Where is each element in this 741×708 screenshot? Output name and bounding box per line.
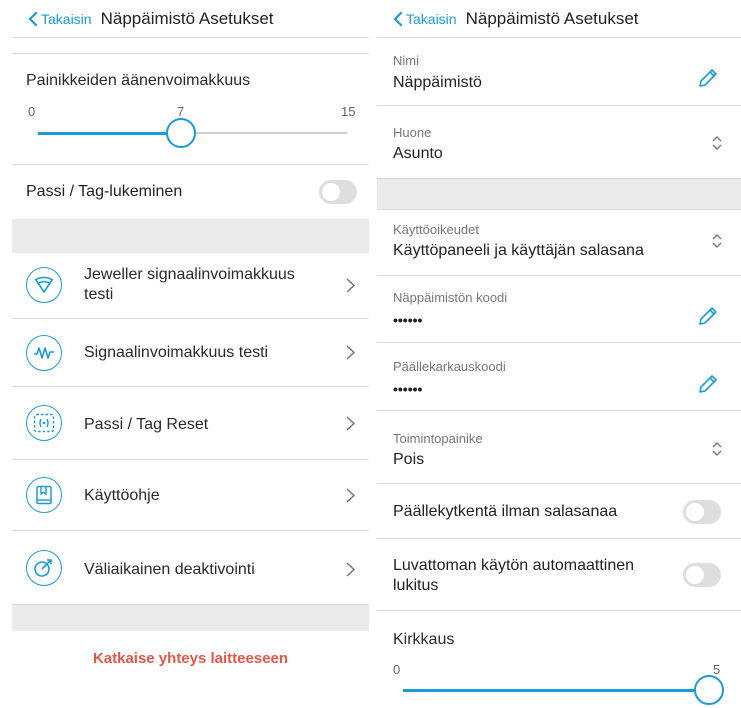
- auto-lock-label: Luvattoman käytön automaattinen lukitus: [393, 557, 635, 594]
- room-label: Huone: [393, 125, 432, 140]
- volume-value-label: 7: [177, 104, 185, 119]
- menu-item-tag-reset[interactable]: Passi / Tag Reset: [12, 387, 369, 460]
- volume-slider-block: Painikkeiden äänenvoimakkuus 0 7 15: [12, 54, 369, 164]
- arm-without-password-label: Päällekytkentä ilman salasanaa: [393, 503, 618, 520]
- access-label: Käyttöoikeudet: [393, 222, 480, 237]
- name-field[interactable]: Nimi Näppäimistö: [377, 39, 741, 106]
- right-settings-panel: Takaisin Näppäimistö Asetukset Nimi Näpp…: [377, 0, 741, 708]
- keypad-code-value: ••••••: [393, 312, 423, 328]
- chevron-updown-icon: [712, 136, 722, 150]
- arm-without-password-toggle[interactable]: [683, 500, 721, 524]
- duress-code-field[interactable]: Päällekarkauskoodi ••••••: [377, 343, 741, 411]
- brightness-slider-knob[interactable]: [694, 675, 724, 705]
- access-value: Käyttöpaneeli ja käyttäjän salasana: [393, 242, 644, 259]
- auto-lock-toggle[interactable]: [683, 563, 721, 587]
- keypad-code-label: Näppäimistön koodi: [393, 290, 508, 305]
- menu-item-manual[interactable]: Käyttöohje: [12, 460, 369, 531]
- back-button[interactable]: Takaisin: [28, 11, 92, 27]
- brightness-max-label: 5: [713, 662, 721, 677]
- menu-item-label: Väliaikainen deaktivointi: [84, 561, 255, 578]
- chevron-left-icon: [28, 11, 38, 26]
- section-gap: [12, 605, 369, 631]
- pencil-edit-icon[interactable]: [697, 67, 719, 89]
- arm-without-password-row: Päällekytkentä ilman salasanaa: [377, 484, 741, 539]
- disconnect-button[interactable]: Katkaise yhteys laitteeseen: [12, 650, 369, 667]
- duress-code-label: Päällekarkauskoodi: [393, 359, 506, 374]
- tag-reset-icon: [26, 405, 62, 441]
- menu-item-temporary-deactivation[interactable]: Väliaikainen deaktivointi: [12, 531, 369, 605]
- wifi-signal-icon: [26, 267, 62, 303]
- back-label: Takaisin: [406, 10, 457, 27]
- function-button-value: Pois: [393, 451, 425, 468]
- function-button-field[interactable]: Toimintopainike Pois: [377, 411, 741, 484]
- brightness-slider-block: Kirkkaus 0 5: [377, 611, 741, 708]
- manual-book-icon: [26, 477, 62, 513]
- page-title: Näppäimistö Asetukset: [465, 8, 639, 28]
- volume-slider-knob[interactable]: [166, 118, 196, 148]
- chevron-right-icon: [346, 562, 355, 577]
- pencil-edit-icon[interactable]: [697, 373, 719, 395]
- keypad-code-field[interactable]: Näppäimistön koodi ••••••: [377, 276, 741, 343]
- volume-max-label: 15: [341, 104, 356, 119]
- name-value: Näppäimistö: [393, 74, 482, 91]
- tag-reading-row: Passi / Tag-lukeminen: [12, 165, 369, 219]
- chevron-right-icon: [346, 416, 355, 431]
- left-header: Takaisin Näppäimistö Asetukset: [12, 0, 369, 38]
- name-label: Nimi: [393, 53, 419, 68]
- room-value: Asunto: [393, 145, 443, 162]
- waveform-icon: [26, 335, 62, 371]
- brightness-title: Kirkkaus: [393, 631, 455, 648]
- chevron-updown-icon: [712, 442, 722, 456]
- menu-item-signal-test[interactable]: Signaalinvoimakkuus testi: [12, 319, 369, 387]
- function-button-label: Toimintopainike: [393, 431, 483, 446]
- section-gap: [12, 219, 369, 253]
- volume-track-fill: [38, 132, 181, 135]
- left-settings-panel: Takaisin Näppäimistö Asetukset Painikkei…: [12, 0, 369, 708]
- duress-code-value: ••••••: [393, 381, 423, 397]
- right-header: Takaisin Näppäimistö Asetukset: [377, 0, 741, 38]
- room-field[interactable]: Huone Asunto: [377, 106, 741, 179]
- menu-item-jeweller-signal-test[interactable]: Jeweller signaalinvoimakkuus testi: [12, 253, 369, 319]
- page-title: Näppäimistö Asetukset: [100, 8, 274, 28]
- pencil-edit-icon[interactable]: [697, 305, 719, 327]
- deactivate-icon: [26, 550, 62, 586]
- brightness-min-label: 0: [393, 662, 401, 677]
- chevron-updown-icon: [712, 234, 722, 248]
- menu-item-label: Signaalinvoimakkuus testi: [84, 344, 269, 361]
- tag-reading-toggle[interactable]: [319, 180, 357, 204]
- menu-item-label: Jeweller signaalinvoimakkuus testi: [84, 266, 295, 303]
- volume-min-label: 0: [28, 104, 36, 119]
- auto-lock-row: Luvattoman käytön automaattinen lukitus: [377, 539, 741, 611]
- chevron-right-icon: [346, 278, 355, 293]
- chevron-left-icon: [393, 11, 403, 26]
- back-label: Takaisin: [41, 10, 92, 27]
- menu-item-label: Käyttöohje: [84, 487, 160, 504]
- access-rights-field[interactable]: Käyttöoikeudet Käyttöpaneeli ja käyttäjä…: [377, 209, 741, 276]
- tag-reading-label: Passi / Tag-lukeminen: [26, 183, 183, 200]
- volume-title: Painikkeiden äänenvoimakkuus: [26, 72, 251, 89]
- section-gap: [377, 179, 741, 209]
- chevron-right-icon: [346, 345, 355, 360]
- menu-item-label: Passi / Tag Reset: [84, 416, 209, 433]
- brightness-track-fill: [403, 689, 709, 692]
- back-button[interactable]: Takaisin: [393, 11, 457, 27]
- chevron-right-icon: [346, 488, 355, 503]
